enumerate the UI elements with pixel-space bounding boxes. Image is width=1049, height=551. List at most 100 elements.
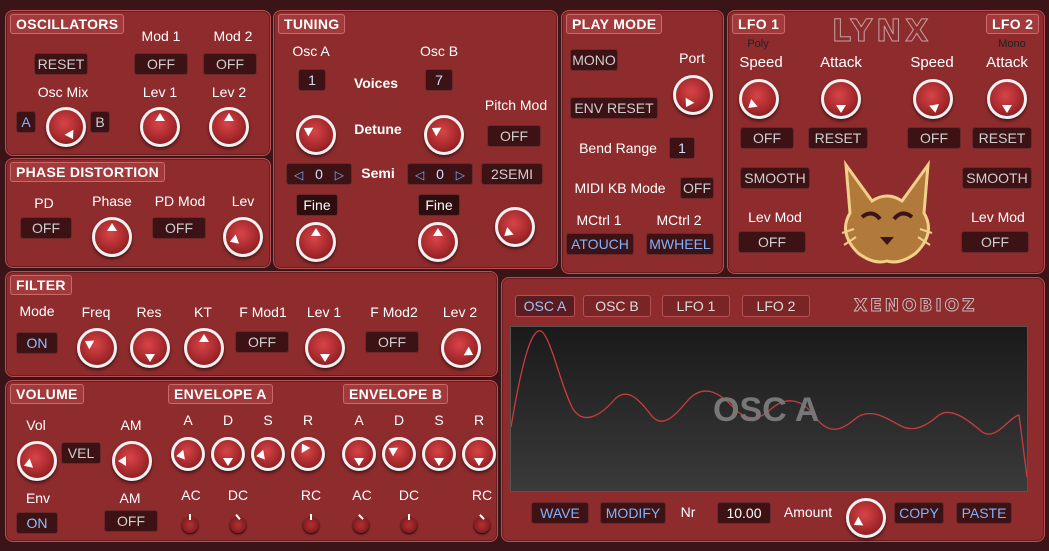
voices-b-value[interactable]: 7 bbox=[425, 69, 453, 91]
tab-lfo2[interactable]: LFO 2 bbox=[742, 295, 810, 317]
env-b-dc-knob[interactable] bbox=[401, 514, 417, 533]
env-a-attack-knob[interactable] bbox=[171, 437, 205, 471]
fmod2-label: F Mod2 bbox=[370, 304, 418, 320]
volume-title: VOLUME bbox=[10, 384, 84, 404]
env-a-dc-knob[interactable] bbox=[230, 514, 246, 533]
env-a-ac-knob[interactable] bbox=[182, 514, 198, 533]
pd-toggle[interactable]: OFF bbox=[20, 217, 72, 239]
bend-range-value[interactable]: 1 bbox=[669, 137, 695, 159]
lfo1-poly-label: Poly bbox=[747, 38, 769, 50]
lfo1-speed-knob[interactable] bbox=[739, 79, 779, 119]
filter-lev2-knob[interactable] bbox=[441, 328, 481, 368]
env-a-release-knob[interactable] bbox=[291, 437, 325, 471]
lfo2-off-toggle[interactable]: OFF bbox=[907, 127, 961, 149]
freq-knob[interactable] bbox=[77, 328, 117, 368]
vel-button[interactable]: VEL bbox=[61, 442, 101, 464]
lfo1-attack-label: Attack bbox=[820, 54, 862, 71]
midi-kb-mode-toggle[interactable]: OFF bbox=[680, 177, 714, 199]
lfo2-title: LFO 2 bbox=[986, 14, 1040, 34]
osc-mix-knob[interactable] bbox=[46, 107, 86, 147]
am-knob[interactable] bbox=[112, 441, 152, 481]
nr-value[interactable]: 10.00 bbox=[717, 502, 771, 524]
phase-knob[interactable] bbox=[92, 217, 132, 257]
semi-b-stepper[interactable]: ◁ 0 ▷ bbox=[407, 163, 473, 185]
osc-b-button[interactable]: B bbox=[90, 111, 110, 133]
amount-knob[interactable] bbox=[846, 498, 886, 538]
mctrl1-select[interactable]: ATOUCH bbox=[566, 233, 634, 255]
tab-osc-b[interactable]: OSC B bbox=[583, 295, 651, 317]
midi-kb-mode-label: MIDI KB Mode bbox=[574, 180, 666, 196]
fine-b-knob[interactable] bbox=[418, 222, 458, 262]
semi-mode-toggle[interactable]: 2SEMI bbox=[481, 163, 543, 185]
pitch-mod-knob[interactable] bbox=[495, 207, 535, 247]
bend-range-label: Bend Range bbox=[579, 140, 657, 156]
detune-a-knob[interactable] bbox=[296, 115, 336, 155]
env-b-decay-knob[interactable] bbox=[382, 437, 416, 471]
kt-knob[interactable] bbox=[184, 328, 224, 368]
oscillators-panel: OSCILLATORS Mod 1 Mod 2 RESET OFF OFF Os… bbox=[5, 10, 271, 156]
fmod2-toggle[interactable]: OFF bbox=[365, 331, 419, 353]
mctrl2-select[interactable]: MWHEEL bbox=[646, 233, 714, 255]
wave-display-panel: OSC A OSC B LFO 1 LFO 2 XENOBIOZ OSC A W… bbox=[501, 277, 1045, 542]
lfo1-lev-mod-toggle[interactable]: OFF bbox=[738, 231, 806, 253]
lfo2-mono-label: Mono bbox=[998, 38, 1026, 50]
volume-envelope-panel: VOLUME ENVELOPE A ENVELOPE B Vol AM VEL … bbox=[5, 380, 498, 542]
reset-button[interactable]: RESET bbox=[34, 53, 88, 75]
semi-b-decrement-icon[interactable]: ◁ bbox=[415, 168, 424, 182]
lev2-knob[interactable] bbox=[209, 107, 249, 147]
semi-b-increment-icon[interactable]: ▷ bbox=[456, 168, 465, 182]
modify-button[interactable]: MODIFY bbox=[600, 502, 666, 524]
env-b-sustain-knob[interactable] bbox=[422, 437, 456, 471]
tab-lfo1[interactable]: LFO 1 bbox=[662, 295, 730, 317]
pitch-mod-toggle[interactable]: OFF bbox=[487, 125, 541, 147]
lfo1-smooth-button[interactable]: SMOOTH bbox=[740, 167, 810, 189]
env-a-ac-label: AC bbox=[181, 487, 201, 503]
env-reset-button[interactable]: ENV RESET bbox=[570, 97, 658, 119]
port-knob[interactable] bbox=[673, 75, 713, 115]
lfo1-reset-button[interactable]: RESET bbox=[808, 127, 868, 149]
pd-mod-toggle[interactable]: OFF bbox=[152, 217, 206, 239]
wave-button[interactable]: WAVE bbox=[531, 502, 589, 524]
lfo1-lev-mod-label: Lev Mod bbox=[748, 209, 802, 225]
env-a-attack-label: A bbox=[183, 412, 193, 428]
lfo2-attack-knob[interactable] bbox=[987, 79, 1027, 119]
port-label: Port bbox=[679, 50, 705, 66]
osc-a-button[interactable]: A bbox=[16, 111, 36, 133]
semi-a-increment-icon[interactable]: ▷ bbox=[335, 168, 344, 182]
env-b-ac-knob[interactable] bbox=[353, 514, 369, 533]
vol-knob[interactable] bbox=[17, 441, 57, 481]
detune-b-knob[interactable] bbox=[424, 115, 464, 155]
pd-lev-knob[interactable] bbox=[223, 217, 263, 257]
vol-label: Vol bbox=[26, 417, 46, 433]
lfo1-off-toggle[interactable]: OFF bbox=[740, 127, 794, 149]
tab-osc-a[interactable]: OSC A bbox=[515, 295, 575, 317]
env-b-release-knob[interactable] bbox=[462, 437, 496, 471]
mod1-toggle[interactable]: OFF bbox=[134, 53, 188, 75]
lfo2-lev-mod-toggle[interactable]: OFF bbox=[961, 231, 1029, 253]
env-b-rc-knob[interactable] bbox=[474, 514, 490, 533]
fine-a-knob[interactable] bbox=[296, 222, 336, 262]
lfo2-smooth-button[interactable]: SMOOTH bbox=[962, 167, 1032, 189]
filter-mode-toggle[interactable]: ON bbox=[16, 332, 58, 354]
mod2-toggle[interactable]: OFF bbox=[203, 53, 257, 75]
mono-button[interactable]: MONO bbox=[570, 49, 618, 71]
env-a-sustain-knob[interactable] bbox=[251, 437, 285, 471]
semi-b-value: 0 bbox=[436, 166, 444, 182]
semi-a-decrement-icon[interactable]: ◁ bbox=[294, 168, 303, 182]
lev1-knob[interactable] bbox=[140, 107, 180, 147]
env-toggle[interactable]: ON bbox=[16, 512, 58, 534]
am-toggle[interactable]: OFF bbox=[104, 510, 158, 532]
lfo1-attack-knob[interactable] bbox=[821, 79, 861, 119]
lfo2-reset-button[interactable]: RESET bbox=[972, 127, 1032, 149]
paste-button[interactable]: PASTE bbox=[956, 502, 1012, 524]
env-b-attack-knob[interactable] bbox=[342, 437, 376, 471]
res-knob[interactable] bbox=[130, 328, 170, 368]
env-a-rc-knob[interactable] bbox=[303, 514, 319, 533]
lfo2-speed-knob[interactable] bbox=[913, 79, 953, 119]
fmod1-toggle[interactable]: OFF bbox=[235, 331, 289, 353]
copy-button[interactable]: COPY bbox=[894, 502, 944, 524]
filter-lev1-knob[interactable] bbox=[305, 328, 345, 368]
semi-a-stepper[interactable]: ◁ 0 ▷ bbox=[286, 163, 352, 185]
voices-a-value[interactable]: 1 bbox=[298, 69, 326, 91]
env-a-decay-knob[interactable] bbox=[211, 437, 245, 471]
